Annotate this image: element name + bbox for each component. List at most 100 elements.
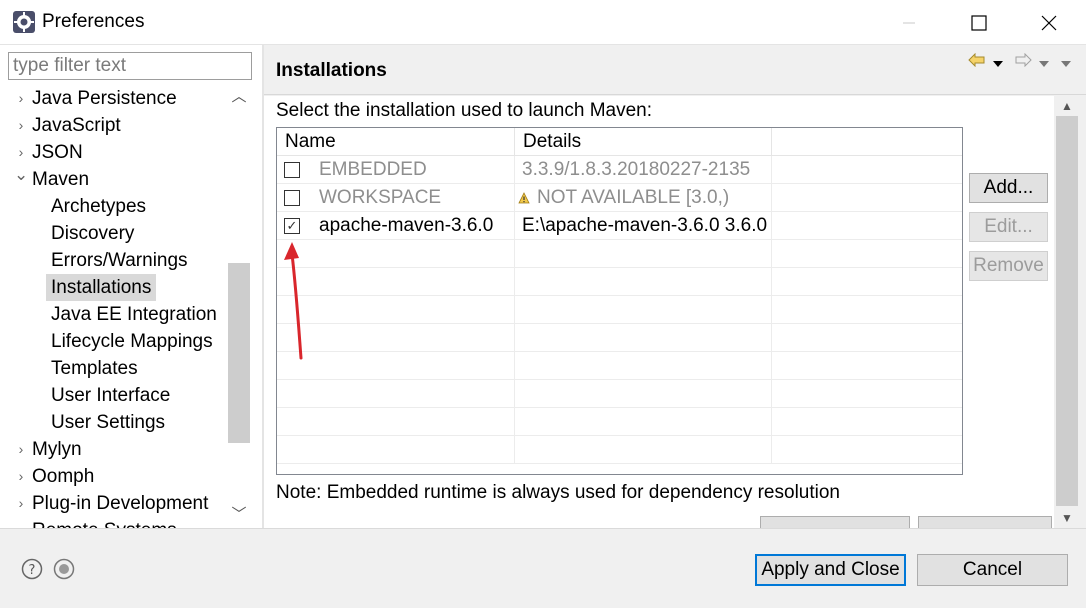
chevron-right-icon[interactable]: › <box>14 85 28 112</box>
name-cell <box>277 324 515 352</box>
installation-prompt: Select the installation used to launch M… <box>276 100 653 121</box>
name-cell <box>277 436 515 464</box>
tree-item-label: Templates <box>51 358 138 379</box>
details-cell: E:\apache-maven-3.6.0 3.6.0 <box>515 212 772 240</box>
installation-name: apache-maven-3.6.0 <box>319 215 494 236</box>
table-row[interactable]: EMBEDDED 3.3.9/1.8.3.20180227-2135 <box>277 156 962 184</box>
installation-checkbox[interactable] <box>284 190 300 206</box>
table-row-empty <box>277 240 962 268</box>
tree-item-label: Mylyn <box>32 439 82 460</box>
chevron-right-icon[interactable]: › <box>14 490 28 517</box>
chevron-down-icon <box>1039 61 1049 67</box>
svg-text:?: ? <box>29 563 36 578</box>
table-row-empty <box>277 436 962 464</box>
table-row[interactable]: WORKSPACE NOT AVAILABLE [3.0,) <box>277 184 962 212</box>
details-cell: 3.3.9/1.8.3.20180227-2135 <box>515 156 772 184</box>
chevron-down-icon <box>1061 61 1071 67</box>
blank-cell <box>772 184 962 212</box>
installation-details: 3.3.9/1.8.3.20180227-2135 <box>522 159 751 180</box>
scroll-up-icon[interactable]: ︿ <box>227 85 251 109</box>
installation-checkbox[interactable]: ✓ <box>284 218 300 234</box>
chevron-right-icon[interactable]: › <box>14 139 28 166</box>
close-button[interactable] <box>1026 0 1072 45</box>
view-menu-button[interactable] <box>1060 55 1072 73</box>
minimize-icon <box>903 22 915 23</box>
preference-tree: › Java Persistence › JavaScript › JSON ⌄ Maven A… <box>0 85 226 528</box>
name-cell <box>277 240 515 268</box>
blank-cell <box>772 408 962 436</box>
page-scrollbar[interactable]: ▲ ▼ <box>1054 96 1080 528</box>
forward-arrow-icon <box>1015 52 1032 68</box>
column-header-name[interactable]: Name <box>277 128 515 156</box>
edit-button[interactable]: Edit... <box>969 212 1048 242</box>
name-cell: ✓ apache-maven-3.6.0 <box>277 212 515 240</box>
chevron-right-icon[interactable]: › <box>14 112 28 139</box>
table-row-empty <box>277 296 962 324</box>
column-header-details[interactable]: Details <box>515 128 772 156</box>
tree-item-discovery[interactable]: Discovery <box>46 220 139 247</box>
tree-item-lifecycle-mappings[interactable]: Lifecycle Mappings <box>46 328 218 355</box>
forward-menu-button[interactable] <box>1038 55 1050 73</box>
help-icon[interactable]: ? <box>21 558 43 580</box>
details-cell <box>515 268 772 296</box>
tree-item-installations[interactable]: Installations <box>46 274 157 301</box>
name-cell <box>277 352 515 380</box>
tree-item-label: Archetypes <box>51 196 147 217</box>
scroll-down-icon[interactable]: ▼ <box>1054 508 1080 528</box>
tree-scrollbar[interactable]: ︿ ﹀ <box>227 85 251 528</box>
record-macro-icon[interactable] <box>53 558 75 580</box>
scrollbar-thumb[interactable] <box>1056 116 1078 506</box>
details-cell <box>515 352 772 380</box>
details-cell <box>515 296 772 324</box>
chevron-down-icon[interactable]: ⌄ <box>14 166 28 193</box>
add-button[interactable]: Add... <box>969 173 1048 203</box>
chevron-right-icon[interactable]: › <box>14 436 28 463</box>
installations-page: Installations Select the installation us… <box>264 45 1086 528</box>
details-cell <box>515 408 772 436</box>
tree-item-archetypes[interactable]: Archetypes <box>46 193 151 220</box>
tree-item-java-ee-integration[interactable]: Java EE Integration <box>46 301 222 328</box>
back-menu-button[interactable] <box>992 55 1004 73</box>
tree-item-label: Java Persistence <box>32 88 177 109</box>
warning-icon <box>518 192 530 204</box>
tree-item-user-settings[interactable]: User Settings <box>46 409 170 436</box>
restore-defaults-button[interactable] <box>760 516 910 528</box>
scroll-down-icon[interactable]: ﹀ <box>227 503 251 527</box>
scrollbar-thumb[interactable] <box>228 263 250 443</box>
tree-item-label: User Interface <box>51 385 171 406</box>
tree-item-label: Errors/Warnings <box>51 250 188 271</box>
filter-input[interactable] <box>8 52 252 80</box>
installation-name: EMBEDDED <box>319 159 427 180</box>
name-cell <box>277 380 515 408</box>
table-row-empty <box>277 352 962 380</box>
chevron-right-icon[interactable]: › <box>14 517 28 528</box>
tree-item-user-interface[interactable]: User Interface <box>46 382 175 409</box>
back-button[interactable] <box>968 52 986 72</box>
tree-item-label: Discovery <box>51 223 135 244</box>
remove-button[interactable]: Remove <box>969 251 1048 281</box>
tree-item-label: Oomph <box>32 466 95 487</box>
tree-item-errors-warnings[interactable]: Errors/Warnings <box>46 247 193 274</box>
tree-item-label: Remote Systems <box>32 517 177 528</box>
forward-button[interactable] <box>1014 52 1032 72</box>
tree-item-label: User Settings <box>51 412 166 433</box>
table-row[interactable]: ✓ apache-maven-3.6.0 E:\apache-maven-3.6.0… <box>277 212 962 240</box>
chevron-down-icon <box>993 61 1003 67</box>
installation-checkbox[interactable] <box>284 162 300 178</box>
minimize-button[interactable] <box>886 0 932 45</box>
blank-cell <box>772 240 962 268</box>
installations-table: Name Details EMBEDDED 3.3.9/1.8.3.2018022… <box>276 127 963 475</box>
chevron-right-icon[interactable]: › <box>14 463 28 490</box>
name-cell: EMBEDDED <box>277 156 515 184</box>
name-cell <box>277 268 515 296</box>
installation-name: WORKSPACE <box>319 187 442 208</box>
close-icon <box>1041 15 1057 30</box>
apply-and-close-button[interactable]: Apply and Close <box>755 554 906 586</box>
table-header: Name Details <box>277 128 962 156</box>
tree-item-templates[interactable]: Templates <box>46 355 143 382</box>
apply-button[interactable] <box>918 516 1052 528</box>
details-cell <box>515 324 772 352</box>
maximize-button[interactable] <box>956 0 1002 45</box>
cancel-button[interactable]: Cancel <box>917 554 1068 586</box>
scroll-up-icon[interactable]: ▲ <box>1054 96 1080 116</box>
